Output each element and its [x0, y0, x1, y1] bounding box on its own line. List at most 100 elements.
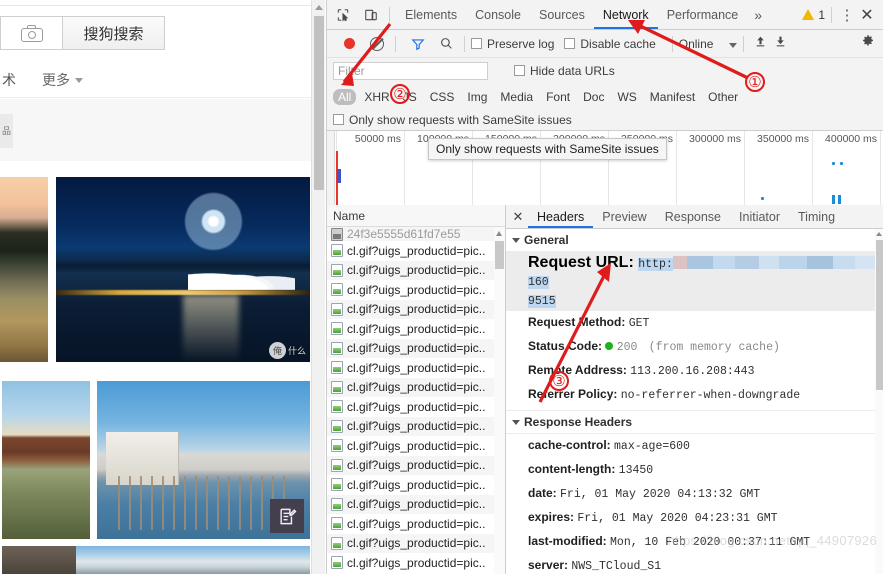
image-file-icon — [331, 556, 343, 570]
response-headers-section-header[interactable]: Response Headers — [506, 411, 883, 434]
add-note-button[interactable] — [270, 499, 304, 533]
type-filter-img[interactable]: Img — [462, 89, 492, 105]
detail-scrollbar-thumb[interactable] — [876, 240, 883, 390]
detail-scrollbar[interactable] — [875, 229, 883, 574]
tab-performance[interactable]: Performance — [658, 0, 748, 29]
table-row[interactable]: cl.gif?uigs_productid=pic.. — [327, 533, 505, 553]
nav-item-art[interactable]: 术 — [2, 70, 16, 90]
type-filter-doc[interactable]: Doc — [578, 89, 609, 105]
scroll-up-arrow-icon[interactable] — [496, 231, 502, 236]
disable-cache-checkbox[interactable]: Disable cache — [564, 37, 656, 51]
timeline-request-dot-1 — [832, 162, 835, 165]
table-row[interactable]: cl.gif?uigs_productid=pic.. — [327, 475, 505, 495]
filter-input[interactable] — [333, 62, 488, 80]
tab-initiator[interactable]: Initiator — [730, 205, 789, 228]
page-scrollbar-thumb[interactable] — [314, 16, 324, 190]
header-key: date: — [528, 486, 557, 500]
scroll-up-arrow-icon[interactable] — [876, 232, 882, 236]
tab-headers[interactable]: Headers — [528, 205, 593, 228]
device-toolbar-icon[interactable] — [359, 3, 383, 27]
table-row[interactable]: cl.gif?uigs_productid=pic.. — [327, 299, 505, 319]
tab-timing[interactable]: Timing — [789, 205, 844, 228]
image-result-sydney-opera-house-night[interactable]: 俺 什么 — [56, 177, 310, 362]
page-scrollbar[interactable] — [311, 0, 325, 574]
network-toolbar: Preserve log Disable cache Online — [327, 30, 883, 58]
preserve-log-checkbox[interactable]: Preserve log — [471, 37, 554, 51]
timeline-request-dot-3 — [761, 197, 764, 200]
table-row[interactable]: cl.gif?uigs_productid=pic.. — [327, 455, 505, 475]
more-options-icon[interactable]: ⋮ — [838, 6, 856, 24]
table-row[interactable]: cl.gif?uigs_productid=pic.. — [327, 260, 505, 280]
type-filter-manifest[interactable]: Manifest — [645, 89, 700, 105]
close-detail-icon[interactable]: ✕ — [508, 209, 528, 225]
image-search-camera-button[interactable] — [0, 16, 62, 50]
disable-cache-box[interactable] — [564, 37, 576, 49]
tab-network[interactable]: Network — [594, 0, 658, 29]
requests-column-header[interactable]: Name — [327, 205, 505, 227]
search-button[interactable] — [434, 32, 458, 56]
type-filter-css[interactable]: CSS — [425, 89, 460, 105]
header-value: NWS_TCloud_S1 — [571, 560, 662, 573]
nav-item-more[interactable]: 更多 — [42, 70, 83, 90]
request-url-row[interactable]: Request URL: http: 160 9515 — [506, 252, 883, 311]
tab-sources[interactable]: Sources — [530, 0, 594, 29]
table-row[interactable]: cl.gif?uigs_productid=pic.. — [327, 397, 505, 417]
network-overview-timeline[interactable]: 50000 ms 100000 ms 150000 ms 200000 ms 2… — [327, 131, 883, 209]
type-filter-js[interactable]: JS — [398, 89, 422, 105]
table-row[interactable]: cl.gif?uigs_productid=pic.. — [327, 416, 505, 436]
timeline-tick-label-0: 50000 ms — [354, 133, 401, 145]
preserve-log-box[interactable] — [471, 37, 482, 49]
tab-elements[interactable]: Elements — [396, 0, 466, 29]
type-filter-ws[interactable]: WS — [612, 89, 641, 105]
image-result-uluru-outback[interactable] — [2, 381, 90, 539]
samesite-box[interactable] — [333, 113, 344, 125]
status-ok-icon — [605, 342, 614, 350]
table-row[interactable]: cl.gif?uigs_productid=pic.. — [327, 358, 505, 378]
table-row[interactable]: cl.gif?uigs_productid=pic.. — [327, 514, 505, 534]
table-row[interactable]: cl.gif?uigs_productid=pic.. — [327, 319, 505, 339]
samesite-checkbox[interactable]: Only show requests with SameSite issues — [333, 113, 572, 127]
requests-list-scrollbar[interactable] — [494, 227, 505, 574]
type-filter-media[interactable]: Media — [495, 89, 538, 105]
side-tab[interactable]: 品 — [0, 114, 13, 148]
table-row[interactable]: 24f3e5555d61fd7e55 — [327, 227, 505, 241]
type-filter-font[interactable]: Font — [541, 89, 575, 105]
hide-data-urls-box[interactable] — [514, 65, 525, 76]
table-row[interactable]: cl.gif?uigs_productid=pic.. — [327, 553, 505, 573]
more-tabs-icon[interactable]: » — [747, 7, 769, 23]
table-row[interactable]: cl.gif?uigs_productid=pic.. — [327, 494, 505, 514]
export-har-button[interactable] — [770, 35, 790, 53]
type-filter-all[interactable]: All — [333, 88, 357, 105]
scroll-up-arrow-icon[interactable] — [315, 5, 323, 10]
hide-data-urls-checkbox[interactable]: Hide data URLs — [514, 64, 615, 78]
type-filter-xhr[interactable]: XHR — [359, 89, 394, 105]
requests-scrollbar-thumb[interactable] — [495, 241, 504, 269]
type-filter-other[interactable]: Other — [703, 89, 743, 105]
image-file-icon — [331, 517, 343, 531]
table-row[interactable]: cl.gif?uigs_productid=pic.. — [327, 241, 505, 261]
image-result-venice-waterfront[interactable] — [97, 381, 310, 539]
record-button[interactable] — [337, 32, 361, 56]
filter-button[interactable] — [406, 32, 430, 56]
image-result-sunset-lake-landscape[interactable] — [0, 177, 48, 362]
image-watermark: 俺 什么 — [268, 342, 306, 359]
settings-gear-icon[interactable] — [861, 34, 875, 53]
warning-badge[interactable]: 1 — [802, 8, 825, 22]
tab-preview[interactable]: Preview — [593, 205, 655, 228]
search-button[interactable]: 搜狗搜索 — [62, 16, 165, 50]
inspect-element-icon[interactable] — [331, 3, 355, 27]
table-row[interactable]: cl.gif?uigs_productid=pic.. — [327, 338, 505, 358]
image-file-icon — [331, 361, 343, 375]
image-result-cloud-sky-rock[interactable] — [2, 546, 310, 574]
header-row: date: Fri, 01 May 2020 04:13:32 GMT — [506, 482, 883, 506]
general-section-header[interactable]: General — [506, 229, 883, 252]
tab-response[interactable]: Response — [656, 205, 730, 228]
close-devtools-icon[interactable]: ✕ — [856, 5, 878, 25]
throttling-select[interactable]: Online — [679, 37, 738, 51]
table-row[interactable]: cl.gif?uigs_productid=pic.. — [327, 436, 505, 456]
table-row[interactable]: cl.gif?uigs_productid=pic.. — [327, 280, 505, 300]
tab-console[interactable]: Console — [466, 0, 530, 29]
clear-button[interactable] — [365, 32, 389, 56]
import-har-button[interactable] — [750, 35, 770, 53]
table-row[interactable]: cl.gif?uigs_productid=pic.. — [327, 377, 505, 397]
